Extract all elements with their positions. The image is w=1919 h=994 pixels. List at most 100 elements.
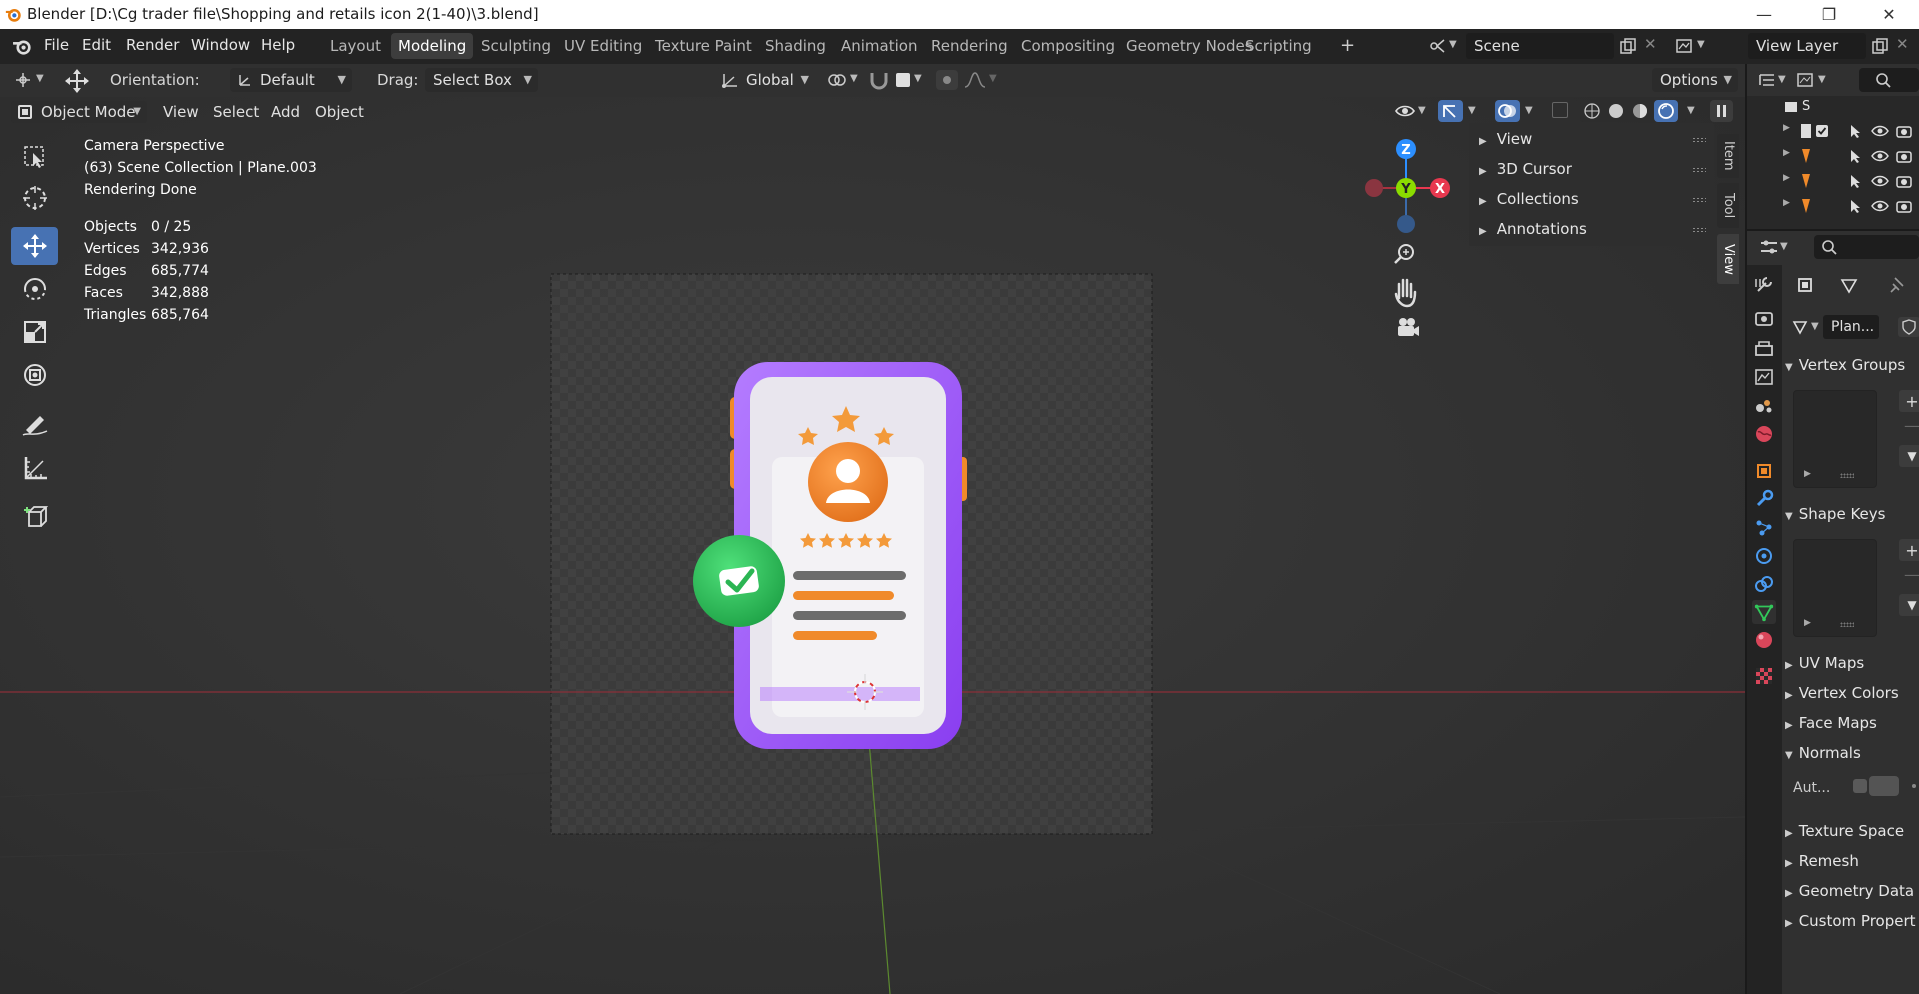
camera-render-icon[interactable]	[1895, 148, 1913, 164]
outliner-row[interactable]: ▶	[1747, 171, 1919, 191]
object-data-header-icon[interactable]	[1795, 275, 1815, 295]
maximize-button[interactable]: ❐	[1806, 0, 1852, 29]
minimize-button[interactable]: —	[1741, 0, 1787, 29]
proportional-edit-button[interactable]	[936, 70, 958, 90]
npanel-section-annotations[interactable]: ▶ Annotations	[1479, 220, 1587, 238]
view-layer-icon[interactable]	[1675, 37, 1695, 55]
section-texture-space[interactable]: ▶ Texture Space	[1785, 822, 1904, 840]
physics-tab-icon[interactable]	[1752, 544, 1776, 568]
overlays-toggle-button[interactable]	[1495, 100, 1520, 122]
npanel-tab-item[interactable]: Item	[1717, 134, 1739, 178]
section-normals[interactable]: ▼ Normals	[1785, 744, 1861, 762]
auto-smooth-checkbox[interactable]	[1853, 779, 1867, 793]
list-grip-icon[interactable]	[1840, 473, 1854, 478]
particles-tab-icon[interactable]	[1752, 516, 1776, 540]
drag-grip-icon[interactable]	[1692, 167, 1706, 173]
measure-tool[interactable]	[11, 449, 58, 487]
section-custom-properties[interactable]: ▶ Custom Propert	[1785, 912, 1916, 930]
delete-view-layer-icon[interactable]: ✕	[1896, 35, 1909, 53]
texture-tab-icon[interactable]	[1752, 664, 1776, 688]
tab-modeling[interactable]: Modeling	[391, 33, 474, 59]
tab-shading[interactable]: Shading	[758, 33, 833, 59]
tab-sculpting[interactable]: Sculpting	[474, 33, 558, 59]
viewport-menu-select[interactable]: Select	[205, 101, 267, 123]
vertex-group-specials-button[interactable]: ▼	[1899, 445, 1919, 467]
gizmo-neg-z[interactable]	[1397, 215, 1415, 233]
rendered-shading-button[interactable]	[1654, 100, 1678, 122]
pause-render-button[interactable]	[1710, 100, 1733, 122]
keyframe-dot-icon[interactable]	[1912, 784, 1916, 788]
drag-grip-icon[interactable]	[1692, 227, 1706, 233]
blender-menu-icon[interactable]	[12, 36, 33, 57]
camera-render-icon[interactable]	[1895, 123, 1913, 139]
outliner-search-field[interactable]	[1859, 68, 1919, 92]
snap-magnet-icon[interactable]	[867, 69, 891, 91]
npanel-section-view[interactable]: ▶ View	[1479, 130, 1532, 148]
add-vertex-group-button[interactable]: +	[1899, 390, 1919, 412]
tab-animation[interactable]: Animation	[834, 33, 924, 59]
scale-tool[interactable]	[11, 313, 58, 351]
camera-render-icon[interactable]	[1895, 173, 1913, 189]
tab-uv-editing[interactable]: UV Editing	[557, 33, 649, 59]
drag-dropdown[interactable]: Select Box ▼	[425, 68, 538, 92]
select-arrow-icon[interactable]	[1847, 148, 1863, 164]
add-cube-tool[interactable]	[11, 497, 58, 535]
material-tab-icon[interactable]	[1752, 628, 1776, 652]
pan-hand-icon[interactable]	[1394, 278, 1417, 308]
world-tab-icon[interactable]	[1752, 422, 1776, 446]
xray-toggle-icon[interactable]	[1552, 102, 1568, 118]
pin-icon[interactable]	[1889, 275, 1907, 295]
mesh-name-field[interactable]: Plan...	[1823, 315, 1879, 339]
shape-keys-list[interactable]: ▶	[1793, 539, 1877, 637]
menu-file[interactable]: File	[44, 36, 69, 54]
delete-scene-icon[interactable]: ✕	[1644, 35, 1657, 53]
vertex-groups-list[interactable]: ▶	[1793, 390, 1877, 488]
viewport-menu-view[interactable]: View	[155, 101, 207, 123]
falloff-curve-icon[interactable]	[963, 70, 987, 90]
properties-editor-icon[interactable]	[1759, 238, 1779, 256]
drag-grip-icon[interactable]	[1692, 137, 1706, 143]
eye-icon[interactable]	[1871, 199, 1889, 213]
section-uv-maps[interactable]: ▶ UV Maps	[1785, 654, 1864, 672]
outliner-row[interactable]: ▶	[1747, 146, 1919, 166]
mesh-header-icon[interactable]	[1839, 275, 1859, 295]
display-mode-icon[interactable]	[1796, 71, 1816, 89]
outliner-row[interactable]: S	[1747, 97, 1919, 117]
npanel-section-3d-cursor[interactable]: ▶ 3D Cursor	[1479, 160, 1572, 178]
data-tab-active[interactable]	[1752, 600, 1776, 624]
viewport-menu-object[interactable]: Object	[307, 101, 372, 123]
add-shape-key-button[interactable]: +	[1899, 539, 1919, 561]
auto-smooth-angle-field[interactable]	[1869, 776, 1899, 796]
section-geometry-data[interactable]: ▶ Geometry Data	[1785, 882, 1914, 900]
eye-icon[interactable]	[1871, 124, 1889, 138]
new-scene-icon[interactable]	[1619, 37, 1637, 55]
snap-target-icon[interactable]	[896, 73, 910, 87]
constraints-tab-icon[interactable]	[1752, 572, 1776, 596]
section-shape-keys[interactable]: ▼ Shape Keys	[1785, 505, 1885, 523]
output-tab-icon[interactable]	[1752, 337, 1776, 361]
outliner-row[interactable]: ▶	[1747, 121, 1919, 141]
move-tool[interactable]	[11, 227, 58, 265]
select-arrow-icon[interactable]	[1847, 123, 1863, 139]
close-window-button[interactable]: ✕	[1866, 0, 1912, 29]
viewport-menu-add[interactable]: Add	[263, 101, 308, 123]
new-view-layer-icon[interactable]	[1871, 37, 1889, 55]
npanel-tab-view[interactable]: View	[1717, 234, 1739, 284]
tab-rendering[interactable]: Rendering	[924, 33, 1015, 59]
eye-icon[interactable]	[1871, 174, 1889, 188]
section-vertex-groups[interactable]: ▼ Vertex Groups	[1785, 356, 1905, 374]
gizmo-toggle-button[interactable]	[1438, 100, 1463, 122]
outliner-editor-icon[interactable]	[1757, 71, 1777, 89]
pivot-point-icon[interactable]	[826, 71, 848, 89]
view-layer-field[interactable]: View Layer	[1748, 33, 1866, 59]
tab-scripting[interactable]: Scripting	[1238, 33, 1319, 59]
options-dropdown[interactable]: Options ▼	[1652, 68, 1738, 92]
scene-tab-icon[interactable]	[1752, 394, 1776, 418]
menu-window[interactable]: Window	[191, 36, 250, 54]
visibility-eye-icon[interactable]	[1394, 102, 1416, 120]
camera-render-icon[interactable]	[1895, 198, 1913, 214]
npanel-tab-tool[interactable]: Tool	[1717, 183, 1739, 228]
fake-user-shield-icon[interactable]	[1898, 317, 1919, 337]
modifier-wrench-icon[interactable]	[1752, 487, 1776, 511]
add-workspace-button[interactable]: +	[1333, 33, 1362, 59]
